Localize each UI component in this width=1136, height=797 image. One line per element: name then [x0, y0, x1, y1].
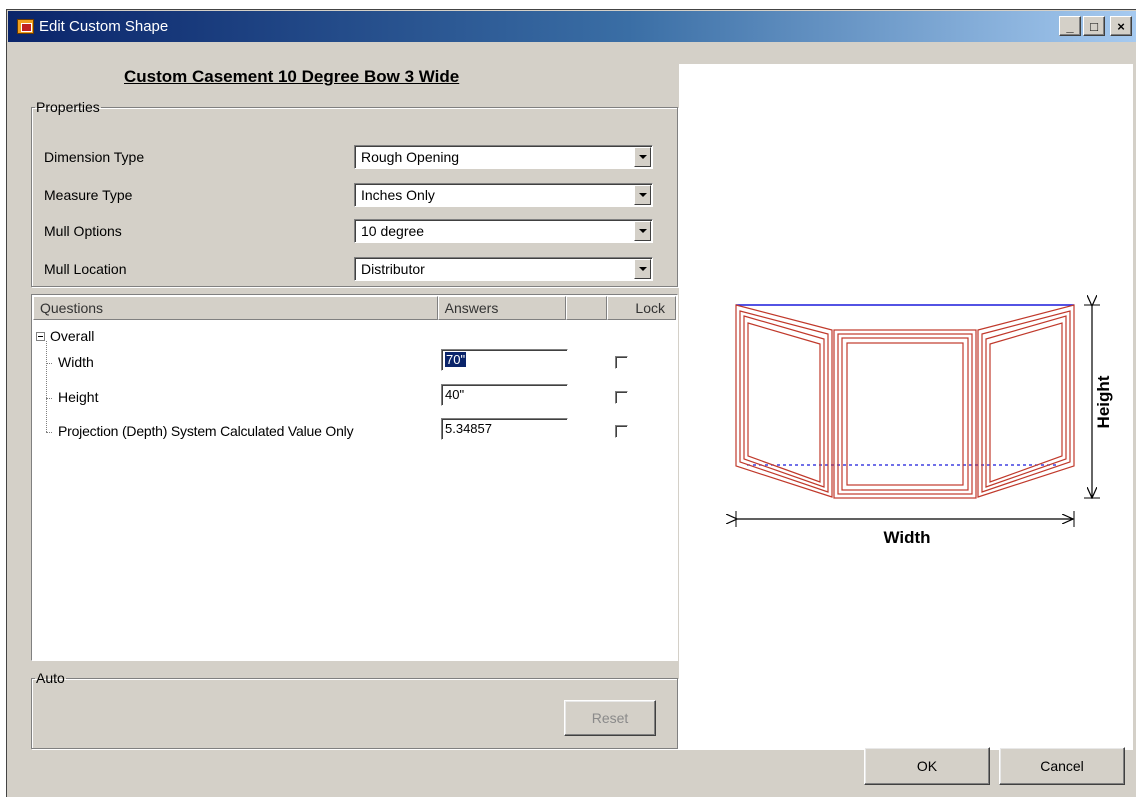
title-bar[interactable]: Edit Custom Shape _ □ ×: [8, 11, 1136, 42]
tree-node-overall[interactable]: Overall: [50, 328, 94, 344]
maximize-icon: □: [1090, 18, 1098, 34]
tree-connector: [46, 398, 52, 399]
measure-type-label: Measure Type: [44, 187, 133, 203]
mull-options-label: Mull Options: [44, 223, 122, 239]
properties-group: Properties Dimension Type Rough Opening …: [31, 99, 678, 287]
center-sash: [833, 329, 977, 499]
height-answer-value: 40": [445, 387, 465, 402]
auto-legend: Auto: [36, 670, 65, 686]
question-height-label: Height: [58, 389, 99, 405]
question-projection-label: Projection (Depth) System Calculated Val…: [58, 423, 354, 439]
chevron-down-icon: [638, 267, 647, 271]
column-header-answers[interactable]: Answers: [437, 296, 567, 320]
tree-connector: [46, 432, 52, 433]
minimize-button[interactable]: _: [1059, 16, 1081, 36]
auto-group: Auto Reset: [31, 670, 678, 749]
app-icon: [17, 19, 34, 34]
mull-location-value: Distributor: [361, 261, 425, 277]
projection-answer-value: 5.34857: [445, 421, 492, 436]
tree-connector: [46, 341, 47, 432]
width-answer-input[interactable]: 70": [441, 349, 568, 371]
ok-button[interactable]: OK: [864, 747, 990, 785]
column-header-blank[interactable]: [566, 296, 608, 320]
projection-lock-checkbox[interactable]: [615, 425, 628, 438]
left-sash: [735, 304, 833, 498]
dropdown-button[interactable]: [634, 147, 651, 167]
mull-location-label: Mull Location: [44, 261, 127, 277]
right-sash: [977, 304, 1075, 498]
bow-window-drawing: Height Width: [679, 64, 1113, 547]
mull-options-value: 10 degree: [361, 223, 425, 239]
close-button[interactable]: ×: [1110, 16, 1132, 36]
width-answer-value: 70": [445, 352, 467, 367]
chevron-down-icon: [638, 155, 647, 159]
question-width-label: Width: [58, 354, 94, 370]
shape-preview: Height Width: [679, 64, 1133, 750]
dropdown-button[interactable]: [634, 221, 651, 241]
height-answer-input[interactable]: 40": [441, 384, 568, 406]
questions-grid-header: Questions Answers Lock: [33, 296, 676, 320]
projection-answer-input[interactable]: 5.34857: [441, 418, 568, 440]
chevron-down-icon: [638, 229, 647, 233]
width-dimension-label: Width: [883, 528, 930, 547]
collapse-icon[interactable]: [36, 332, 45, 341]
mull-options-select[interactable]: 10 degree: [354, 219, 653, 243]
chevron-down-icon: [638, 193, 647, 197]
cancel-button[interactable]: Cancel: [999, 747, 1125, 785]
height-lock-checkbox[interactable]: [615, 391, 628, 404]
dimension-type-label: Dimension Type: [44, 149, 145, 165]
properties-legend: Properties: [36, 99, 100, 115]
maximize-button[interactable]: □: [1083, 16, 1105, 36]
dimension-type-select[interactable]: Rough Opening: [354, 145, 653, 169]
column-header-questions[interactable]: Questions: [33, 296, 438, 320]
questions-tree: Overall Width 70" Height 40" Projection …: [32, 321, 677, 660]
mull-location-select[interactable]: Distributor: [354, 257, 653, 281]
questions-grid: Questions Answers Lock Overall Width 70"…: [31, 294, 678, 661]
dropdown-button[interactable]: [634, 259, 651, 279]
measure-type-select[interactable]: Inches Only: [354, 183, 653, 207]
tree-connector: [46, 363, 52, 364]
edit-custom-shape-dialog: Edit Custom Shape _ □ × Custom Casement …: [6, 9, 1136, 797]
height-dimension-label: Height: [1094, 375, 1113, 428]
width-lock-checkbox[interactable]: [615, 356, 628, 369]
close-icon: ×: [1117, 18, 1125, 34]
column-header-lock[interactable]: Lock: [607, 296, 676, 320]
reset-button[interactable]: Reset: [564, 700, 656, 736]
measure-type-value: Inches Only: [361, 187, 435, 203]
minimize-icon: _: [1066, 18, 1074, 34]
window-title: Edit Custom Shape: [39, 18, 169, 35]
dropdown-button[interactable]: [634, 185, 651, 205]
shape-name-heading: Custom Casement 10 Degree Bow 3 Wide: [124, 67, 460, 86]
window-controls: _ □ ×: [1059, 16, 1132, 36]
dimension-type-value: Rough Opening: [361, 149, 460, 165]
